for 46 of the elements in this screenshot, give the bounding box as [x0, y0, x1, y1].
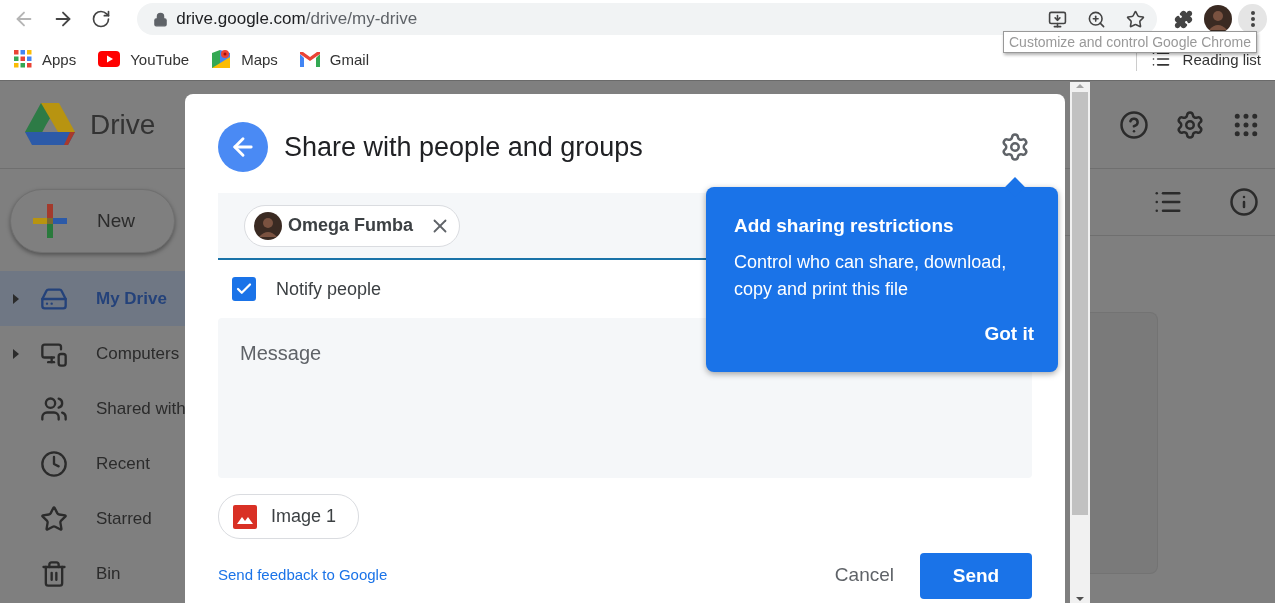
grid-icon [14, 50, 32, 68]
people-icon [40, 394, 68, 423]
menu-icon [1250, 11, 1255, 27]
drive-logo-icon [24, 101, 76, 148]
plus-icon [33, 204, 67, 238]
url-path: /drive/my-drive [305, 9, 418, 29]
avatar-icon [254, 211, 282, 240]
trash-icon [40, 559, 68, 588]
bookmark[interactable]: Apps [14, 50, 77, 68]
install-icon[interactable] [1048, 9, 1068, 29]
settings-button[interactable] [1000, 132, 1030, 162]
app-title: Drive [90, 108, 156, 141]
send-button[interactable]: Send [920, 553, 1032, 599]
dialog-title: Share with people and groups [284, 131, 643, 163]
checkbox[interactable] [232, 277, 256, 301]
bookmark[interactable]: Maps [211, 49, 278, 69]
new-button[interactable]: New [10, 189, 175, 253]
star-icon[interactable] [1126, 9, 1146, 29]
image-icon [233, 504, 257, 529]
popup-title: Add sharing restrictions [734, 215, 955, 237]
envelope-icon [299, 51, 320, 67]
attachment-chip[interactable]: Image 1 [218, 494, 360, 539]
scroll-down-icon[interactable] [1075, 595, 1085, 603]
star-icon [40, 504, 68, 533]
scrollbar[interactable] [1070, 82, 1090, 603]
checkbox-label: Notify people [276, 278, 382, 300]
got-it-button[interactable]: Got it [984, 323, 1034, 345]
bookmark[interactable]: Gmail [299, 50, 369, 68]
cancel-button[interactable]: Cancel [832, 564, 894, 586]
help-icon[interactable] [1119, 109, 1149, 140]
url-host: drive.google.com [176, 9, 306, 29]
lock-icon [153, 11, 169, 27]
settings-icon[interactable] [1175, 109, 1205, 140]
feedback-link[interactable]: Send feedback to Google [218, 566, 388, 583]
menu-button[interactable] [1238, 4, 1267, 34]
back-button[interactable] [218, 122, 268, 172]
zoom-icon[interactable] [1087, 9, 1107, 29]
address-bar[interactable]: drive.google.com/drive/my-drive [137, 3, 1158, 35]
map-pin-icon [211, 49, 232, 69]
bookmark[interactable]: YouTube [98, 50, 190, 68]
tooltip: Customize and control Google Chrome [1003, 31, 1257, 53]
play-icon [98, 51, 121, 67]
info-icon[interactable] [1229, 187, 1259, 217]
clock-icon [40, 449, 68, 478]
recipient-chip[interactable]: Omega Fumba [244, 204, 461, 247]
reload-icon [91, 9, 111, 29]
